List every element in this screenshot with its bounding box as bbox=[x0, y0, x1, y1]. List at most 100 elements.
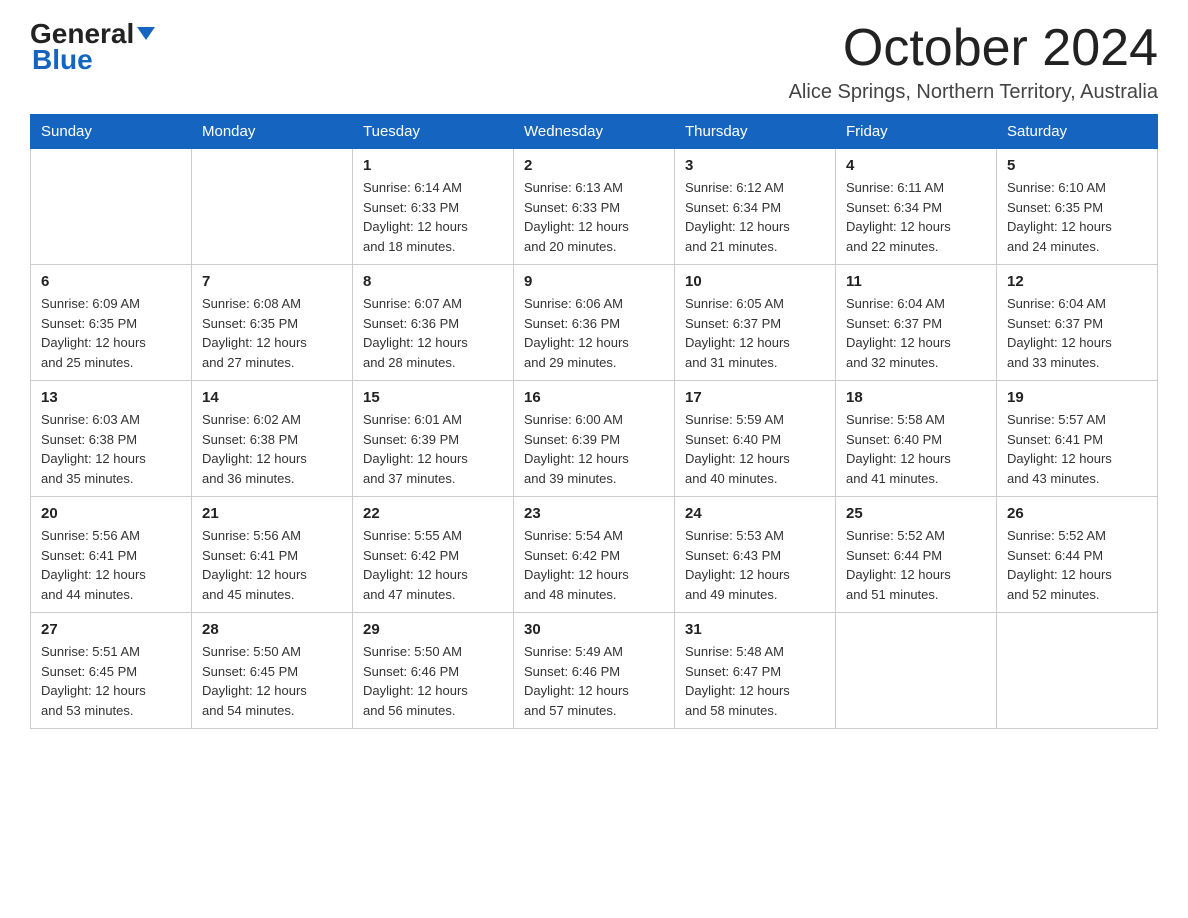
calendar-cell: 5 Sunrise: 6:10 AMSunset: 6:35 PMDaylight… bbox=[997, 149, 1158, 265]
week-row-4: 20 Sunrise: 5:56 AMSunset: 6:41 PMDayligh… bbox=[31, 497, 1158, 613]
day-info: Sunrise: 5:50 AMSunset: 6:46 PMDaylight:… bbox=[363, 642, 503, 720]
calendar-cell: 20 Sunrise: 5:56 AMSunset: 6:41 PMDayligh… bbox=[31, 497, 192, 613]
day-info: Sunrise: 5:55 AMSunset: 6:42 PMDaylight:… bbox=[363, 526, 503, 604]
day-number: 26 bbox=[1007, 505, 1147, 522]
calendar-cell: 18 Sunrise: 5:58 AMSunset: 6:40 PMDayligh… bbox=[836, 381, 997, 497]
calendar-cell: 21 Sunrise: 5:56 AMSunset: 6:41 PMDayligh… bbox=[192, 497, 353, 613]
day-number: 30 bbox=[524, 621, 664, 638]
page-header: General Blue October 2024 Alice Springs,… bbox=[30, 20, 1158, 104]
calendar-cell: 29 Sunrise: 5:50 AMSunset: 6:46 PMDayligh… bbox=[353, 613, 514, 729]
day-number: 6 bbox=[41, 273, 181, 290]
day-info: Sunrise: 6:11 AMSunset: 6:34 PMDaylight:… bbox=[846, 178, 986, 256]
calendar-cell: 26Sunrise: 5:52 AMSunset: 6:44 PMDayligh… bbox=[997, 497, 1158, 613]
weekday-header-row: SundayMondayTuesdayWednesdayThursdayFrid… bbox=[31, 115, 1158, 149]
day-number: 23 bbox=[524, 505, 664, 522]
day-number: 10 bbox=[685, 273, 825, 290]
day-number: 4 bbox=[846, 157, 986, 174]
calendar-cell: 10 Sunrise: 6:05 AMSunset: 6:37 PMDayligh… bbox=[675, 265, 836, 381]
day-number: 20 bbox=[41, 505, 181, 522]
calendar-cell bbox=[836, 613, 997, 729]
day-info: Sunrise: 5:58 AMSunset: 6:40 PMDaylight:… bbox=[846, 410, 986, 488]
calendar-cell: 12Sunrise: 6:04 AMSunset: 6:37 PMDayligh… bbox=[997, 265, 1158, 381]
day-info: Sunrise: 6:09 AMSunset: 6:35 PMDaylight:… bbox=[41, 294, 181, 372]
calendar-cell: 30 Sunrise: 5:49 AMSunset: 6:46 PMDayligh… bbox=[514, 613, 675, 729]
calendar-cell: 25 Sunrise: 5:52 AMSunset: 6:44 PMDayligh… bbox=[836, 497, 997, 613]
day-info: Sunrise: 6:14 AMSunset: 6:33 PMDaylight:… bbox=[363, 178, 503, 256]
calendar-cell bbox=[997, 613, 1158, 729]
day-number: 25 bbox=[846, 505, 986, 522]
day-number: 28 bbox=[202, 621, 342, 638]
day-number: 29 bbox=[363, 621, 503, 638]
day-info: Sunrise: 6:01 AMSunset: 6:39 PMDaylight:… bbox=[363, 410, 503, 488]
week-row-2: 6 Sunrise: 6:09 AMSunset: 6:35 PMDaylight… bbox=[31, 265, 1158, 381]
day-number: 8 bbox=[363, 273, 503, 290]
calendar-cell: 4 Sunrise: 6:11 AMSunset: 6:34 PMDaylight… bbox=[836, 149, 997, 265]
calendar-cell: 17Sunrise: 5:59 AMSunset: 6:40 PMDayligh… bbox=[675, 381, 836, 497]
calendar: SundayMondayTuesdayWednesdayThursdayFrid… bbox=[30, 114, 1158, 729]
day-info: Sunrise: 5:57 AMSunset: 6:41 PMDaylight:… bbox=[1007, 410, 1147, 488]
calendar-cell: 27 Sunrise: 5:51 AMSunset: 6:45 PMDayligh… bbox=[31, 613, 192, 729]
calendar-cell: 6 Sunrise: 6:09 AMSunset: 6:35 PMDaylight… bbox=[31, 265, 192, 381]
day-number: 31 bbox=[685, 621, 825, 638]
calendar-cell: 15 Sunrise: 6:01 AMSunset: 6:39 PMDayligh… bbox=[353, 381, 514, 497]
day-info: Sunrise: 5:56 AMSunset: 6:41 PMDaylight:… bbox=[202, 526, 342, 604]
calendar-cell: 1 Sunrise: 6:14 AMSunset: 6:33 PMDaylight… bbox=[353, 149, 514, 265]
calendar-cell: 19Sunrise: 5:57 AMSunset: 6:41 PMDayligh… bbox=[997, 381, 1158, 497]
day-info: Sunrise: 6:06 AMSunset: 6:36 PMDaylight:… bbox=[524, 294, 664, 372]
day-info: Sunrise: 5:59 AMSunset: 6:40 PMDaylight:… bbox=[685, 410, 825, 488]
day-info: Sunrise: 6:02 AMSunset: 6:38 PMDaylight:… bbox=[202, 410, 342, 488]
day-info: Sunrise: 5:49 AMSunset: 6:46 PMDaylight:… bbox=[524, 642, 664, 720]
day-number: 13 bbox=[41, 389, 181, 406]
calendar-cell: 14 Sunrise: 6:02 AMSunset: 6:38 PMDayligh… bbox=[192, 381, 353, 497]
day-info: Sunrise: 6:03 AMSunset: 6:38 PMDaylight:… bbox=[41, 410, 181, 488]
day-info: Sunrise: 6:05 AMSunset: 6:37 PMDaylight:… bbox=[685, 294, 825, 372]
calendar-cell: 11Sunrise: 6:04 AMSunset: 6:37 PMDayligh… bbox=[836, 265, 997, 381]
weekday-header-saturday: Saturday bbox=[997, 115, 1158, 149]
day-info: Sunrise: 5:53 AMSunset: 6:43 PMDaylight:… bbox=[685, 526, 825, 604]
day-number: 22 bbox=[363, 505, 503, 522]
day-number: 14 bbox=[202, 389, 342, 406]
day-info: Sunrise: 5:51 AMSunset: 6:45 PMDaylight:… bbox=[41, 642, 181, 720]
calendar-cell: 8 Sunrise: 6:07 AMSunset: 6:36 PMDaylight… bbox=[353, 265, 514, 381]
calendar-cell: 16 Sunrise: 6:00 AMSunset: 6:39 PMDayligh… bbox=[514, 381, 675, 497]
calendar-cell: 31Sunrise: 5:48 AMSunset: 6:47 PMDayligh… bbox=[675, 613, 836, 729]
day-info: Sunrise: 5:54 AMSunset: 6:42 PMDaylight:… bbox=[524, 526, 664, 604]
day-info: Sunrise: 5:52 AMSunset: 6:44 PMDaylight:… bbox=[846, 526, 986, 604]
day-info: Sunrise: 6:00 AMSunset: 6:39 PMDaylight:… bbox=[524, 410, 664, 488]
day-info: Sunrise: 6:04 AMSunset: 6:37 PMDaylight:… bbox=[1007, 294, 1147, 372]
calendar-cell: 2 Sunrise: 6:13 AMSunset: 6:33 PMDaylight… bbox=[514, 149, 675, 265]
logo-triangle-icon bbox=[137, 27, 155, 40]
day-number: 1 bbox=[363, 157, 503, 174]
day-info: Sunrise: 6:10 AMSunset: 6:35 PMDaylight:… bbox=[1007, 178, 1147, 256]
day-number: 18 bbox=[846, 389, 986, 406]
day-number: 2 bbox=[524, 157, 664, 174]
day-number: 3 bbox=[685, 157, 825, 174]
logo-blue: Blue bbox=[30, 44, 93, 76]
day-number: 5 bbox=[1007, 157, 1147, 174]
day-number: 21 bbox=[202, 505, 342, 522]
calendar-cell: 28Sunrise: 5:50 AMSunset: 6:45 PMDayligh… bbox=[192, 613, 353, 729]
week-row-3: 13 Sunrise: 6:03 AMSunset: 6:38 PMDayligh… bbox=[31, 381, 1158, 497]
calendar-cell: 9Sunrise: 6:06 AMSunset: 6:36 PMDaylight… bbox=[514, 265, 675, 381]
calendar-cell: 13 Sunrise: 6:03 AMSunset: 6:38 PMDayligh… bbox=[31, 381, 192, 497]
calendar-cell bbox=[31, 149, 192, 265]
day-number: 24 bbox=[685, 505, 825, 522]
day-info: Sunrise: 6:07 AMSunset: 6:36 PMDaylight:… bbox=[363, 294, 503, 372]
day-number: 7 bbox=[202, 273, 342, 290]
day-number: 16 bbox=[524, 389, 664, 406]
day-number: 11 bbox=[846, 273, 986, 290]
calendar-cell: 24 Sunrise: 5:53 AMSunset: 6:43 PMDayligh… bbox=[675, 497, 836, 613]
calendar-cell: 3Sunrise: 6:12 AMSunset: 6:34 PMDaylight… bbox=[675, 149, 836, 265]
logo: General Blue bbox=[30, 20, 155, 76]
weekday-header-monday: Monday bbox=[192, 115, 353, 149]
day-number: 15 bbox=[363, 389, 503, 406]
month-title: October 2024 bbox=[789, 20, 1158, 77]
calendar-cell: 23 Sunrise: 5:54 AMSunset: 6:42 PMDayligh… bbox=[514, 497, 675, 613]
calendar-cell: 22 Sunrise: 5:55 AMSunset: 6:42 PMDayligh… bbox=[353, 497, 514, 613]
day-number: 27 bbox=[41, 621, 181, 638]
day-info: Sunrise: 6:08 AMSunset: 6:35 PMDaylight:… bbox=[202, 294, 342, 372]
day-info: Sunrise: 5:56 AMSunset: 6:41 PMDaylight:… bbox=[41, 526, 181, 604]
weekday-header-friday: Friday bbox=[836, 115, 997, 149]
day-info: Sunrise: 6:13 AMSunset: 6:33 PMDaylight:… bbox=[524, 178, 664, 256]
week-row-5: 27 Sunrise: 5:51 AMSunset: 6:45 PMDayligh… bbox=[31, 613, 1158, 729]
